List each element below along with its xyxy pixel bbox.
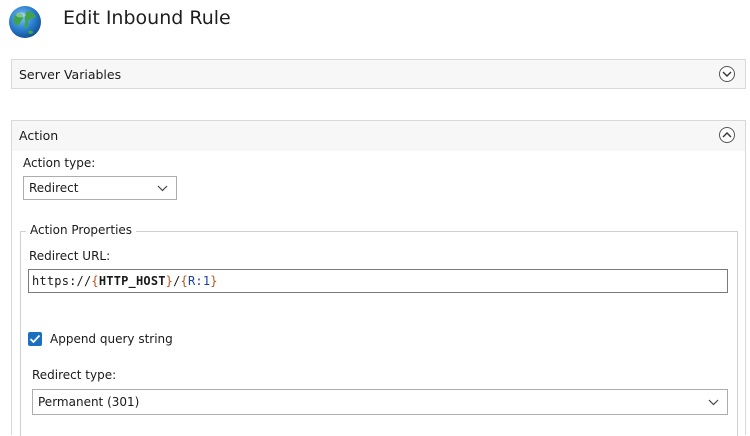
action-properties-legend: Action Properties — [26, 223, 137, 237]
chevron-down-icon — [157, 185, 168, 192]
chevron-down-icon[interactable] — [719, 66, 735, 82]
action-properties-group: Action Properties Redirect URL: https://… — [20, 223, 738, 436]
redirect-url-label: Redirect URL: — [29, 249, 111, 263]
page-header: Edit Inbound Rule — [0, 0, 750, 50]
server-variables-section[interactable]: Server Variables — [11, 59, 746, 89]
redirect-type-label: Redirect type: — [32, 368, 117, 382]
chevron-up-icon[interactable] — [719, 127, 735, 143]
globe-icon — [9, 6, 41, 38]
action-type-label: Action type: — [23, 156, 96, 170]
redirect-url-input[interactable]: https://{HTTP_HOST}/{R:1} — [28, 269, 728, 293]
page-title: Edit Inbound Rule — [63, 7, 231, 29]
redirect-type-value: Permanent (301) — [38, 395, 140, 409]
append-query-checkbox[interactable] — [28, 332, 42, 346]
action-type-value: Redirect — [29, 181, 79, 195]
action-section-header[interactable]: Action — [12, 121, 745, 151]
redirect-url-value: https://{HTTP_HOST}/{R:1} — [32, 274, 218, 288]
chevron-down-icon — [708, 399, 719, 406]
checkmark-icon — [29, 334, 41, 344]
action-section-label: Action — [19, 128, 59, 143]
server-variables-label: Server Variables — [19, 67, 122, 82]
redirect-type-select[interactable]: Permanent (301) — [32, 389, 728, 415]
append-query-label[interactable]: Append query string — [50, 332, 173, 346]
action-type-select[interactable]: Redirect — [23, 176, 177, 200]
action-section: Action Action type: Redirect Action Prop… — [11, 120, 746, 436]
